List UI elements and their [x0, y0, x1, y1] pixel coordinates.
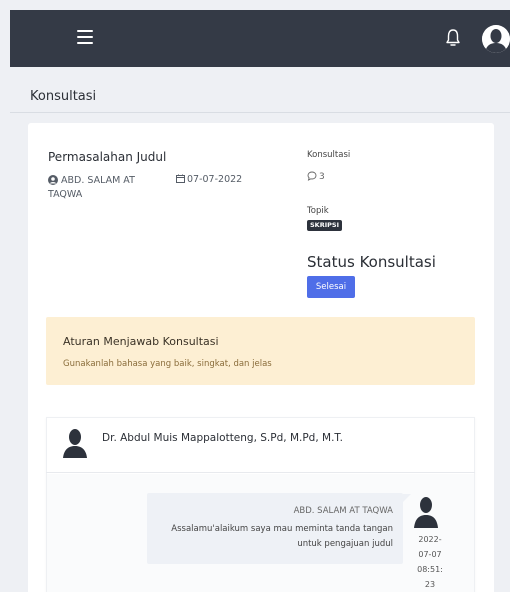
message-timestamp: 2022-07-07 08:51:23 — [417, 535, 443, 589]
date-text: 07-07-2022 — [187, 174, 243, 185]
rules-title: Aturan Menjawab Konsultasi — [63, 335, 219, 348]
rules-text: Gunakanlah bahasa yang baik, singkat, da… — [63, 359, 272, 369]
consultation-count: 3 — [307, 171, 325, 182]
status-button[interactable]: Selesai — [307, 276, 355, 298]
consultation-count-label: Konsultasi — [307, 150, 351, 160]
hamburger-menu-icon[interactable] — [77, 30, 93, 44]
comment-icon — [307, 171, 317, 181]
consultation-count-value: 3 — [319, 172, 325, 182]
top-navbar — [10, 10, 510, 67]
calendar-icon — [176, 174, 185, 183]
user-circle-icon — [48, 175, 58, 185]
consultation-title: Permasalahan Judul — [48, 150, 167, 164]
message-text: Assalamu'alaikum saya mau meminta tanda … — [171, 524, 393, 549]
advisor-name: Dr. Abdul Muis Mappalotteng, S.Pd, M.Pd,… — [102, 432, 343, 444]
author-name-text: ABD. SALAM AT TAQWA — [48, 175, 135, 200]
consultation-date: 07-07-2022 — [176, 174, 242, 185]
conversation-divider — [46, 472, 475, 473]
user-avatar-icon[interactable] — [482, 25, 510, 53]
status-title: Status Konsultasi — [307, 253, 436, 271]
bubble-arrow — [403, 494, 411, 502]
advisor-avatar-icon — [63, 429, 87, 458]
page-divider — [10, 112, 510, 113]
message-sender: ABD. SALAM AT TAQWA — [293, 506, 393, 516]
page-title: Konsultasi — [30, 89, 97, 104]
sender-avatar-icon — [414, 497, 438, 528]
rules-alert: Aturan Menjawab Konsultasi Gunakanlah ba… — [46, 317, 475, 385]
bell-icon[interactable] — [444, 27, 462, 49]
topic-badge: SKRIPSI — [307, 220, 343, 231]
consultation-author: ABD. SALAM AT TAQWA — [48, 174, 156, 202]
topic-label: Topik — [307, 206, 329, 216]
message-bubble: ABD. SALAM AT TAQWA Assalamu'alaikum say… — [147, 493, 403, 564]
